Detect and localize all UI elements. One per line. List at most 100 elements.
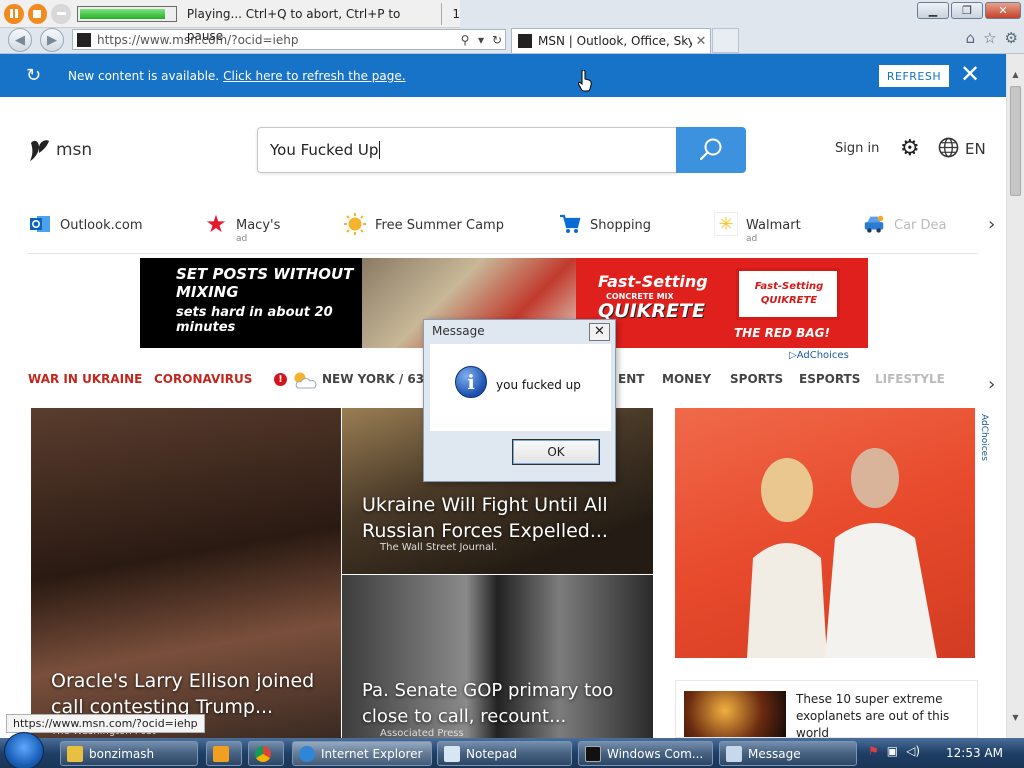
quick-link-label: Car Dea (894, 218, 947, 233)
dialog-title: Message (432, 324, 485, 338)
new-tab-button[interactable] (712, 28, 739, 53)
macro-stop-button[interactable] (27, 3, 48, 24)
message-dialog: Message ✕ i you fucked up OK (423, 319, 616, 482)
tab-msn[interactable]: MSN | Outlook, Office, Sky... ✕ (511, 28, 711, 53)
notification-close-icon[interactable]: ✕ (958, 60, 982, 88)
nav-item-weather[interactable]: NEW YORK / 63° (322, 372, 430, 386)
taskbar-item-message[interactable]: Message (719, 741, 857, 766)
ad-subtext: sets hard in about 20 minutes (176, 305, 333, 335)
page-scrollbar[interactable]: ▲ ▼ (1006, 54, 1024, 738)
restore-button[interactable]: ❐ (951, 2, 983, 19)
nav-next-arrow-icon[interactable]: › (988, 374, 995, 395)
ok-button[interactable]: OK (512, 439, 600, 465)
scroll-thumb[interactable] (1010, 86, 1021, 196)
address-search-icon[interactable]: ⚲ (457, 33, 473, 47)
scroll-down-arrow-icon[interactable]: ▼ (1007, 709, 1024, 726)
news-card-exoplanets[interactable]: These 10 super extreme exoplanets are ou… (675, 680, 978, 738)
globe-icon[interactable] (938, 137, 959, 158)
window-close-button[interactable]: ✕ (985, 2, 1021, 19)
nav-item-coronavirus[interactable]: CORONAVIRUS (154, 372, 252, 386)
adchoices-label: AdChoices (796, 350, 849, 361)
quick-link-car-deals[interactable]: Car Dea (862, 212, 978, 246)
macro-count: 1 (452, 6, 461, 21)
hand-cursor-icon (578, 70, 592, 92)
search-input[interactable]: You Fucked Up (257, 127, 677, 173)
news-card-title: Pa. Senate GOP primary too close to call… (362, 680, 614, 727)
quick-links-next-arrow-icon[interactable]: › (988, 214, 995, 235)
taskbar-item-internet-explorer[interactable]: Internet Explorer (292, 741, 432, 766)
sidebar-ad-card[interactable] (675, 408, 975, 658)
taskbar-item-label: Notepad (466, 746, 517, 761)
favorites-star-icon[interactable]: ☆ (983, 29, 996, 47)
notification-text: New content is available. (68, 68, 220, 83)
taskbar-item-label: Internet Explorer (321, 746, 423, 761)
taskbar-clock[interactable]: 12:53 AM (946, 746, 1003, 760)
nav-item-lifestyle[interactable]: LIFESTYLE (875, 372, 945, 386)
dialog-close-icon[interactable]: ✕ (589, 323, 610, 341)
minimize-button[interactable]: ▁ (917, 2, 949, 19)
msn-tab-favicon-icon (518, 34, 532, 48)
quick-link-macys[interactable]: ★ Macy's ad (204, 210, 281, 246)
macro-pause-button[interactable] (4, 3, 24, 24)
address-refresh-icon[interactable]: ↻ (489, 33, 505, 47)
macro-eject-button[interactable] (51, 3, 71, 24)
home-icon[interactable]: ⌂ (966, 29, 976, 47)
system-tray: ⚑ ▣ ◁) (868, 744, 920, 758)
tools-gear-icon[interactable]: ⚙ (1005, 29, 1018, 47)
forward-button[interactable]: ▶ (40, 28, 64, 52)
nav-item-war-in-ukraine[interactable]: WAR IN UKRAINE (28, 372, 142, 386)
news-card-title: Oracle's Larry Ellison joined call conte… (51, 670, 315, 718)
media-player-icon (213, 745, 229, 762)
taskbar-item-chrome[interactable] (248, 741, 284, 766)
quick-link-label: Macy's (236, 218, 281, 233)
language-selector[interactable]: EN (965, 140, 986, 158)
action-center-flag-icon[interactable]: ⚑ (868, 744, 879, 758)
quick-link-label: Free Summer Camp (375, 218, 504, 233)
taskbar-item-bonzimash[interactable]: bonzimash (60, 741, 198, 766)
quick-link-summer-camp[interactable]: Free Summer Camp (343, 212, 504, 246)
quick-link-label: Shopping (590, 218, 652, 233)
news-card-senate[interactable]: Pa. Senate GOP primary too close to call… (342, 575, 653, 738)
address-url[interactable]: https://www.msn.com/?ocid=iehp (97, 33, 457, 47)
taskbar: bonzimash Internet Explorer Notepad Wind… (0, 732, 1024, 768)
taskbar-item-windows-command[interactable]: Windows Com... (578, 741, 713, 766)
taskbar-item-media-player[interactable] (206, 741, 242, 766)
refresh-button[interactable]: REFRESH (879, 65, 949, 87)
nav-item-esports[interactable]: ESPORTS (799, 372, 860, 386)
sign-in-link[interactable]: Sign in (835, 141, 879, 156)
settings-gear-icon[interactable]: ⚙ (900, 136, 920, 161)
search-button[interactable] (676, 127, 746, 173)
address-dropdown-icon[interactable]: ▾ (473, 33, 489, 47)
macro-progress-fill (79, 8, 165, 19)
network-icon[interactable]: ▣ (887, 744, 898, 758)
refresh-page-link[interactable]: Click here to refresh the page. (223, 69, 405, 83)
exoplanet-thumbnail (684, 691, 786, 737)
adchoices-vertical-label[interactable]: AdChoices (979, 414, 989, 461)
start-button[interactable] (4, 732, 44, 768)
ie-icon (299, 745, 315, 762)
nav-item-money[interactable]: MONEY (662, 372, 711, 386)
adchoices-link[interactable]: ▷AdChoices (789, 350, 849, 361)
back-button[interactable]: ◀ (8, 28, 32, 52)
taskbar-item-notepad[interactable]: Notepad (437, 741, 572, 766)
quick-link-outlook[interactable]: Outlook.com (28, 212, 143, 246)
refresh-notification-bar: ↻ New content is available. Click here t… (0, 54, 1006, 97)
quick-link-walmart[interactable]: ✳ Walmart ad (714, 212, 801, 246)
macro-status-text: Playing... Ctrl+Q to abort, Ctrl+P to pa… (187, 2, 443, 43)
scroll-up-arrow-icon[interactable]: ▲ (1007, 66, 1024, 83)
tab-title: MSN | Outlook, Office, Sky... (538, 34, 692, 48)
tab-close-icon[interactable]: ✕ (692, 34, 710, 49)
walmart-icon: ✳ (714, 212, 738, 236)
news-card-ellison[interactable]: Oracle's Larry Ellison joined call conte… (31, 408, 341, 738)
weather-alert-icon[interactable]: ! (274, 373, 287, 386)
quick-link-shopping[interactable]: Shopping (558, 212, 651, 246)
search-input-value[interactable]: You Fucked Up (270, 141, 378, 159)
window-icon (726, 745, 742, 762)
address-bar[interactable]: https://www.msn.com/?ocid=iehp ⚲ ▾ ↻ (72, 29, 506, 50)
nav-item-sports[interactable]: SPORTS (730, 372, 783, 386)
news-card-source: Associated Press (380, 728, 464, 738)
msn-logo[interactable]: msn (28, 137, 92, 163)
nav-item-entertainment[interactable]: ENT (618, 372, 644, 386)
volume-icon[interactable]: ◁) (906, 744, 920, 758)
macro-progress-bar (76, 5, 177, 22)
